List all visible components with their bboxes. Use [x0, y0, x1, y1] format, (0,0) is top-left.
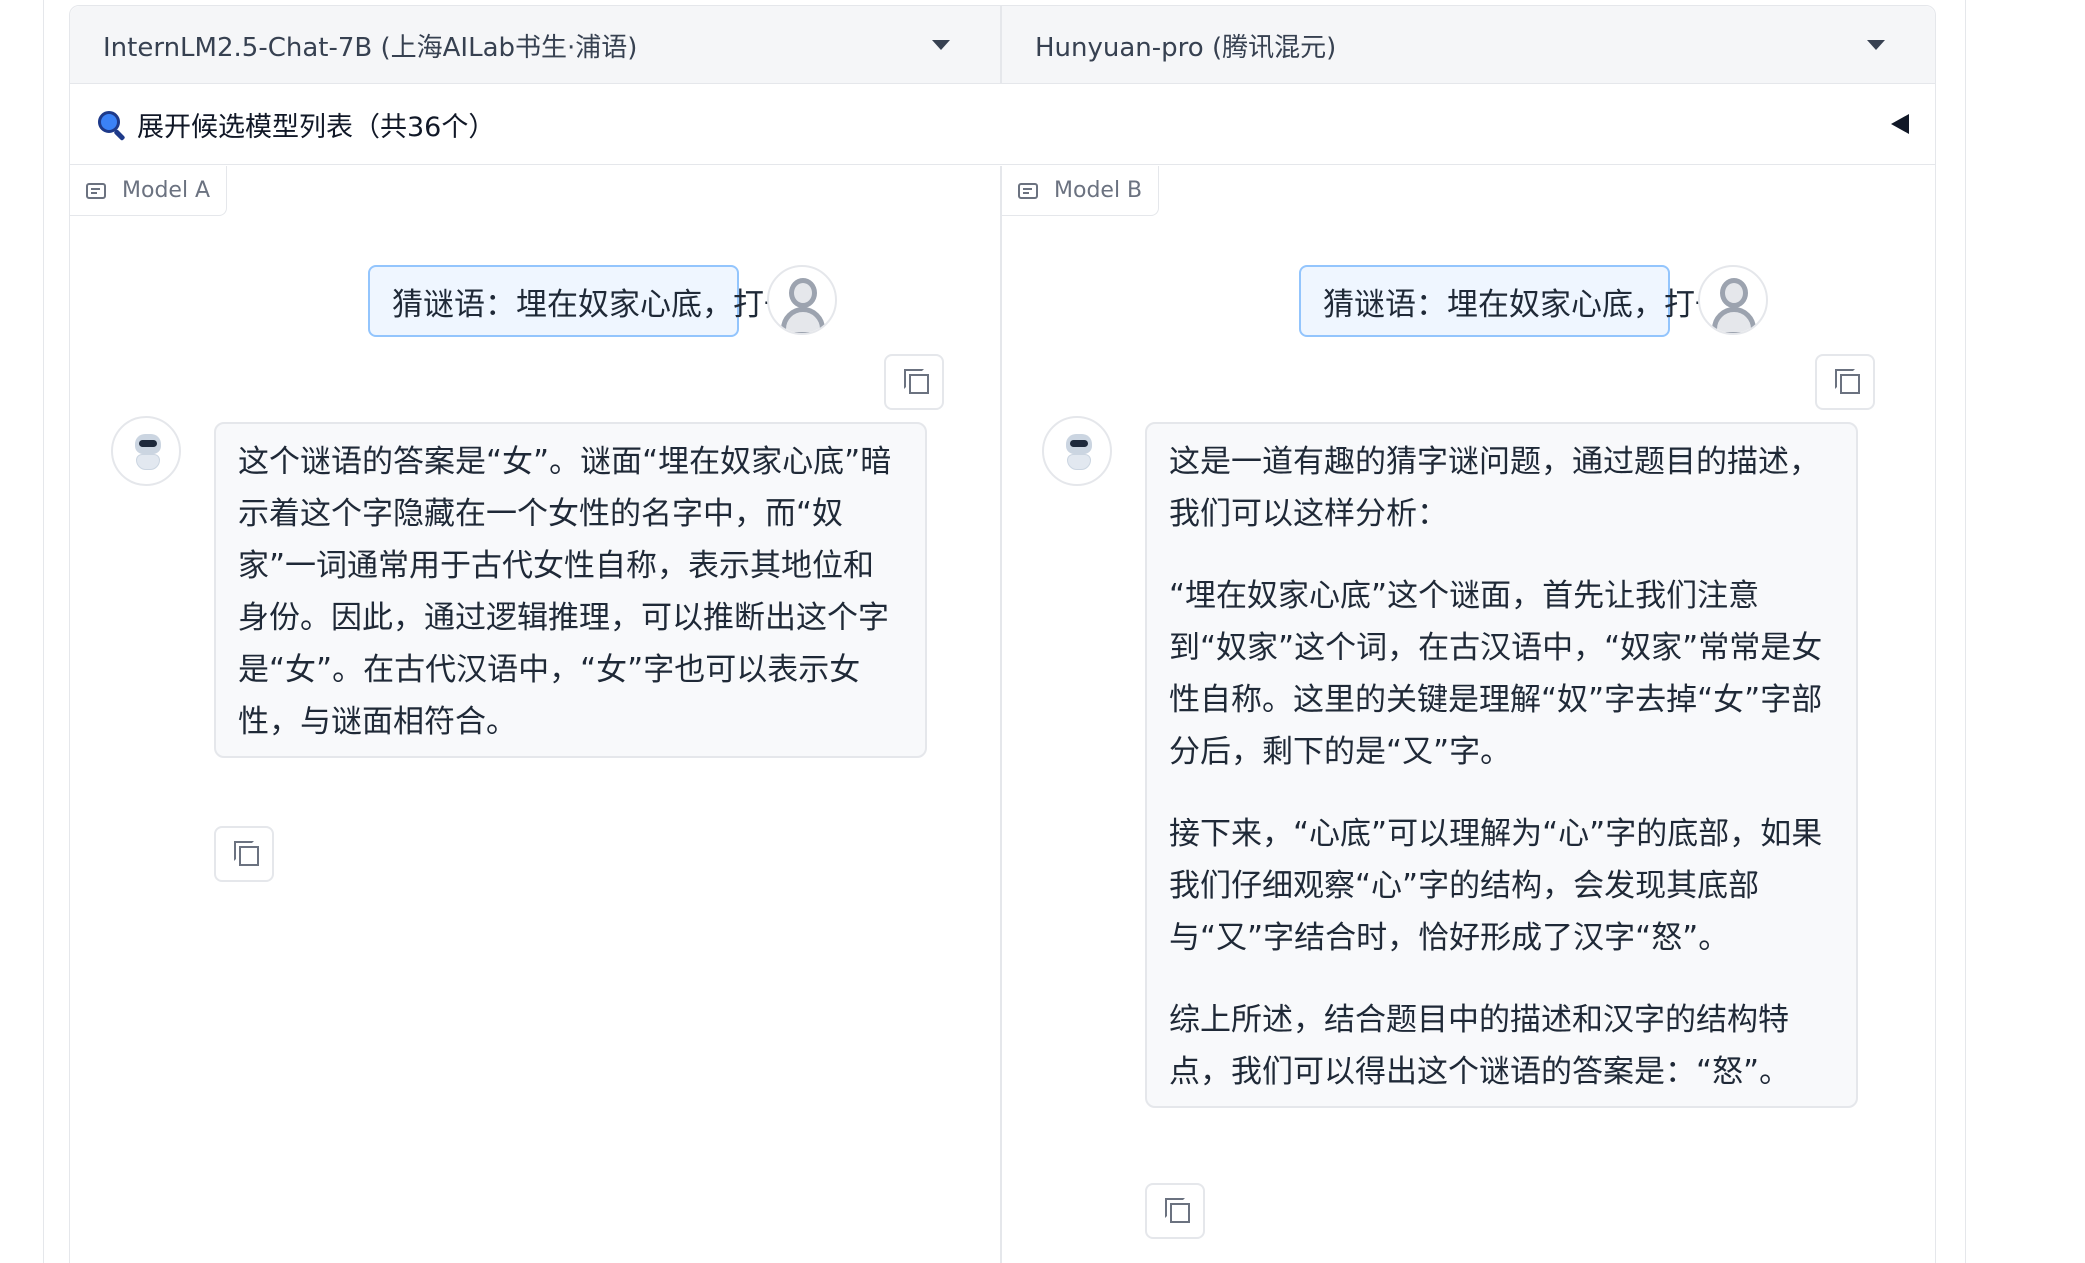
user-message-bubble: 猜谜语：埋在奴家心底，打一字: [368, 265, 826, 337]
user-message-text: 猜谜语：埋在奴家心底，打一字: [392, 286, 826, 323]
model-a-dropdown[interactable]: InternLM2.5-Chat-7B (上海AILab书生·浦语): [70, 6, 1002, 84]
bot-message-bubble: 这是一道有趣的猜字谜问题，通过题目的描述，我们可以这样分析： “埋在奴家心底”这…: [1145, 422, 1858, 1108]
candidate-models-expander[interactable]: 展开候选模型列表（共36个）: [70, 85, 1935, 165]
page-right-border: [1965, 0, 1966, 1263]
bot-message-paragraph: 这是一道有趣的猜字谜问题，通过题目的描述，我们可以这样分析：: [1169, 444, 1820, 532]
copy-button[interactable]: [884, 354, 944, 410]
user-message-text: 猜谜语：埋在奴家心底，打一字: [1323, 286, 1757, 323]
user-avatar-icon: [1698, 265, 1768, 335]
model-a-label: Model A: [70, 166, 228, 216]
copy-button[interactable]: [1815, 354, 1875, 410]
robot-avatar-icon: [1042, 416, 1112, 486]
magnifier-icon: [97, 109, 129, 141]
bot-message-paragraph: 综上所述，结合题目中的描述和汉字的结构特点，我们可以得出这个谜语的答案是：“怒”…: [1169, 1002, 1791, 1090]
model-a-selected-value: InternLM2.5-Chat-7B (上海AILab书生·浦语): [103, 32, 638, 63]
model-b-label: Model B: [1002, 166, 1160, 216]
robot-avatar-icon: [111, 416, 181, 486]
copy-button[interactable]: [214, 826, 274, 882]
model-b-selected-value: Hunyuan-pro (腾讯混元): [1035, 32, 1337, 63]
page-left-border: [43, 0, 44, 1263]
model-a-chat-panel[interactable]: Model A 猜谜语：埋在奴家心底，打一字 这个谜语的答案是“女”。谜面“埋在…: [70, 166, 1002, 1263]
bot-message-paragraph: “埋在奴家心底”这个谜面，首先让我们注意到“奴家”这个词，在古汉语中，“奴家”常…: [1169, 578, 1823, 770]
bot-message-paragraph: 接下来，“心底”可以理解为“心”字的底部，如果我们仔细观察“心”字的结构，会发现…: [1169, 816, 1823, 956]
caret-down-icon: [932, 40, 950, 50]
bot-message-paragraph: 这个谜语的答案是“女”。谜面“埋在奴家心底”暗示着这个字隐藏在一个女性的名字中，…: [238, 444, 892, 740]
chat-panels: Model A 猜谜语：埋在奴家心底，打一字 这个谜语的答案是“女”。谜面“埋在…: [70, 166, 1935, 1263]
model-b-chat-panel[interactable]: Model B 猜谜语：埋在奴家心底，打一字 这是一道有趣的猜字谜问题，通过题目…: [1002, 166, 1935, 1263]
bot-message-bubble: 这个谜语的答案是“女”。谜面“埋在奴家心底”暗示着这个字隐藏在一个女性的名字中，…: [214, 422, 927, 758]
model-selector-row: InternLM2.5-Chat-7B (上海AILab书生·浦语) Hunyu…: [70, 6, 1935, 84]
model-a-label-text: Model A: [122, 178, 211, 203]
copy-button[interactable]: [1145, 1183, 1205, 1239]
user-avatar-icon: [767, 265, 837, 335]
model-b-label-text: Model B: [1054, 178, 1143, 203]
triangle-left-icon[interactable]: [1891, 114, 1909, 134]
model-b-dropdown[interactable]: Hunyuan-pro (腾讯混元): [1002, 6, 1935, 84]
expander-label: 展开候选模型列表（共36个）: [137, 112, 496, 143]
chat-arena: InternLM2.5-Chat-7B (上海AILab书生·浦语) Hunyu…: [69, 5, 1936, 1263]
caret-down-icon: [1867, 40, 1885, 50]
chat-icon: [1018, 182, 1038, 199]
chat-icon: [86, 182, 106, 199]
user-message-bubble: 猜谜语：埋在奴家心底，打一字: [1299, 265, 1757, 337]
